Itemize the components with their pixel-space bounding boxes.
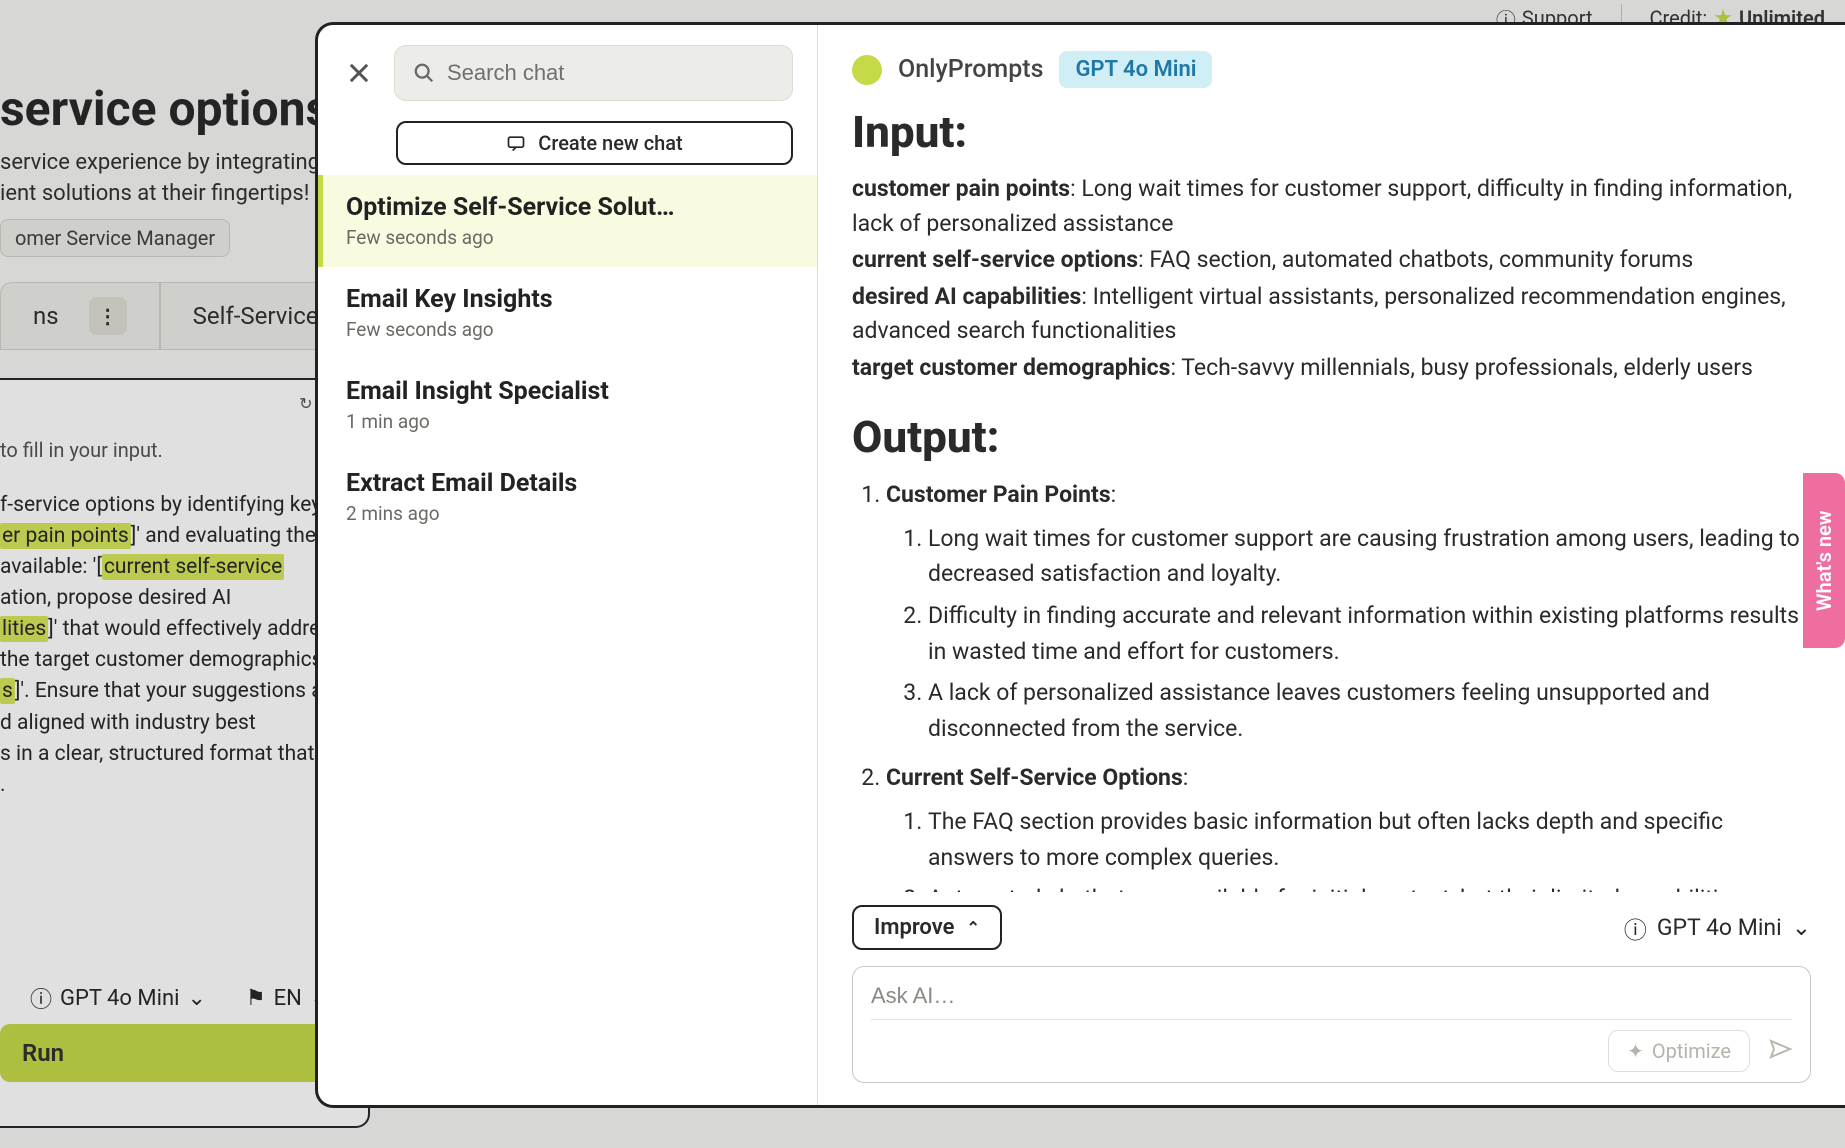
output-item: Difficulty in finding accurate and relev… (928, 598, 1811, 669)
output-item: A lack of personalized assistance leaves… (928, 675, 1811, 746)
chat-item[interactable]: Email Insight Specialist 1 min ago (318, 359, 817, 451)
chat-item-time: 2 mins ago (346, 502, 793, 525)
chat-sidebar: Create new chat Optimize Self-Service So… (318, 25, 818, 1105)
section-label: Customer Pain Points (886, 481, 1111, 508)
search-field[interactable] (394, 45, 793, 101)
input-heading: Input: (852, 106, 1811, 158)
output-item: The FAQ section provides basic informati… (928, 804, 1811, 875)
output-sublist: The FAQ section provides basic informati… (886, 804, 1811, 892)
help-icon: ⓘ (1624, 911, 1647, 945)
input-kv: customer pain points: Long wait times fo… (852, 172, 1811, 241)
create-new-chat-label: Create new chat (538, 131, 682, 155)
improve-label: Improve (874, 915, 954, 940)
whats-new-tab[interactable]: What's new (1803, 473, 1845, 648)
chevron-up-icon: ⌃ (966, 918, 979, 937)
output-section: Customer Pain Points: Long wait times fo… (886, 477, 1811, 746)
output-heading: Output: (852, 411, 1811, 463)
output-item: Automated chatbots are available for ini… (928, 881, 1811, 892)
chat-item[interactable]: Optimize Self-Service Solut… Few seconds… (318, 175, 817, 267)
ask-ai-input[interactable] (871, 981, 1792, 1011)
whats-new-label: What's new (1812, 510, 1836, 611)
chat-item-time: Few seconds ago (346, 318, 793, 341)
chat-panel: Create new chat Optimize Self-Service So… (315, 22, 1845, 1108)
input-kv: target customer demographics: Tech-savvy… (852, 351, 1811, 386)
send-icon (1768, 1037, 1792, 1061)
search-icon (413, 62, 435, 84)
optimize-label: Optimize (1652, 1039, 1731, 1063)
model-select-label: GPT 4o Mini (1657, 914, 1782, 941)
chat-item-title: Email Key Insights (346, 285, 793, 314)
chat-item-title: Email Insight Specialist (346, 377, 793, 406)
chat-main: OnlyPrompts GPT 4o Mini Input: customer … (818, 25, 1845, 1105)
close-button[interactable] (342, 56, 376, 90)
section-label: Current Self-Service Options (886, 764, 1183, 791)
chat-item-title: Optimize Self-Service Solut… (346, 193, 793, 222)
sparkle-icon: ✦ (1627, 1039, 1644, 1063)
chat-toolbar: Improve ⌃ ⓘ GPT 4o Mini ⌄ (818, 892, 1845, 950)
brand-name: OnlyPrompts (898, 55, 1043, 84)
output-item: Long wait times for customer support are… (928, 521, 1811, 592)
chat-item[interactable]: Email Key Insights Few seconds ago (318, 267, 817, 359)
optimize-button[interactable]: ✦ Optimize (1608, 1030, 1750, 1072)
model-select[interactable]: ⓘ GPT 4o Mini ⌄ (1624, 911, 1811, 945)
input-kv: desired AI capabilities: Intelligent vir… (852, 280, 1811, 349)
avatar (852, 55, 882, 85)
chevron-down-icon: ⌄ (1792, 914, 1811, 941)
search-input[interactable] (447, 60, 774, 86)
model-badge: GPT 4o Mini (1059, 51, 1212, 88)
divider (871, 1019, 1792, 1020)
chat-item-title: Extract Email Details (346, 469, 793, 498)
close-icon (345, 59, 373, 87)
send-button[interactable] (1768, 1037, 1792, 1065)
output-section: Current Self-Service Options: The FAQ se… (886, 760, 1811, 892)
improve-button[interactable]: Improve ⌃ (852, 905, 1002, 950)
chat-item[interactable]: Extract Email Details 2 mins ago (318, 451, 817, 543)
output-sublist: Long wait times for customer support are… (886, 521, 1811, 747)
chat-list: Optimize Self-Service Solut… Few seconds… (318, 175, 817, 1105)
input-kv: current self-service options: FAQ sectio… (852, 243, 1811, 278)
output-list: Customer Pain Points: Long wait times fo… (852, 477, 1811, 892)
ask-ai-box[interactable]: ✦ Optimize (852, 966, 1811, 1083)
chat-item-time: Few seconds ago (346, 226, 793, 249)
chat-item-time: 1 min ago (346, 410, 793, 433)
chat-header: OnlyPrompts GPT 4o Mini (818, 25, 1845, 98)
create-new-chat-button[interactable]: Create new chat (396, 121, 793, 165)
chat-plus-icon (506, 133, 526, 153)
chat-content[interactable]: Input: customer pain points: Long wait t… (818, 98, 1845, 892)
